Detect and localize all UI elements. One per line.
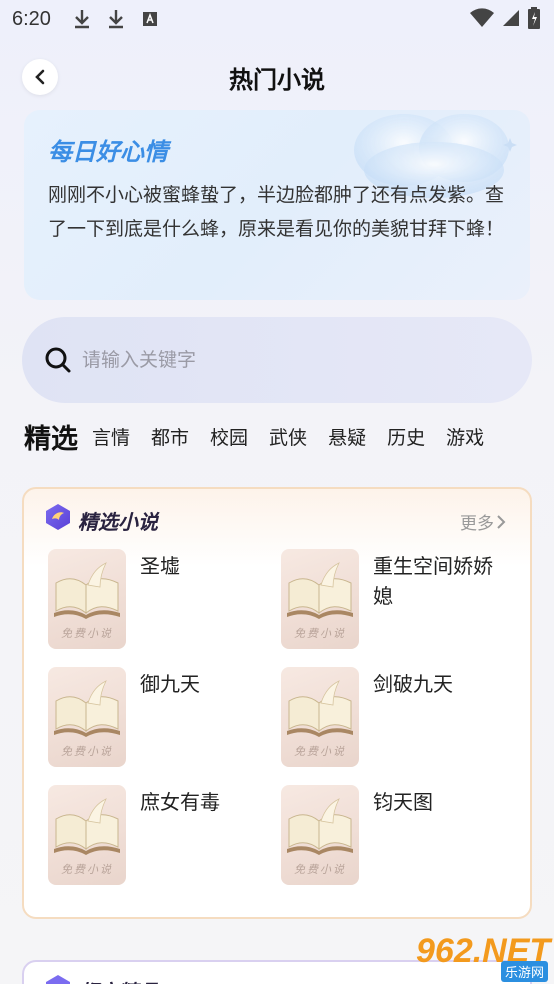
featured-badge-icon <box>46 504 70 530</box>
section-badge-icon <box>46 975 70 984</box>
more-link[interactable]: 更多 <box>460 509 506 534</box>
section-title: 都市精品 <box>78 976 158 984</box>
wifi-icon <box>470 8 494 33</box>
book-item[interactable]: 免费小说 钧天图 <box>281 785 501 889</box>
search-bar[interactable] <box>22 317 532 403</box>
featured-title: 精选小说 <box>78 510 158 534</box>
book-cover: 免费小说 <box>281 549 359 649</box>
cover-label: 免费小说 <box>61 745 113 758</box>
tab-campus[interactable]: 校园 <box>210 423 248 450</box>
book-cover: 免费小说 <box>48 549 126 649</box>
header: 热门小说 <box>0 52 554 102</box>
more-label: 更多 <box>460 514 494 534</box>
book-cover: 免费小说 <box>281 667 359 767</box>
book-cover: 免费小说 <box>48 667 126 767</box>
tab-history[interactable]: 历史 <box>387 423 425 450</box>
page-title: 热门小说 <box>229 66 325 94</box>
book-item[interactable]: 免费小说 剑破九天 <box>281 667 501 771</box>
book-title: 剑破九天 <box>373 672 453 696</box>
cover-label: 免费小说 <box>61 863 113 876</box>
search-input[interactable] <box>82 343 482 377</box>
cover-label: 免费小说 <box>294 745 346 758</box>
tab-urban[interactable]: 都市 <box>151 423 189 450</box>
app-notification-icon <box>139 8 161 30</box>
featured-novels-panel: 精选小说 更多 免费小说 圣墟 免费小说 重生空间娇娇媳 免费小说 御九天 免费… <box>22 487 532 919</box>
book-cover: 免费小说 <box>281 785 359 885</box>
daily-mood-card: 每日好心情 刚刚不小心被蜜蜂蛰了，半边脸都肿了还有点发紫。查了一下到底是什么蜂，… <box>24 110 530 300</box>
download-icon <box>105 8 127 30</box>
book-title: 重生空间娇娇媳 <box>373 554 493 608</box>
book-item[interactable]: 免费小说 御九天 <box>48 667 268 771</box>
cover-label: 免费小说 <box>61 627 113 640</box>
chevron-right-icon <box>497 514 506 529</box>
tab-martial-arts[interactable]: 武侠 <box>269 423 307 450</box>
cover-label: 免费小说 <box>294 863 346 876</box>
book-item[interactable]: 免费小说 庶女有毒 <box>48 785 268 889</box>
watermark-sub: 乐游网 <box>500 961 548 982</box>
book-title: 御九天 <box>140 672 200 696</box>
signal-icon <box>502 9 520 32</box>
search-icon <box>45 347 71 373</box>
book-title: 钧天图 <box>373 790 433 814</box>
status-time: 6:20 <box>12 7 51 30</box>
book-cover: 免费小说 <box>48 785 126 885</box>
battery-icon <box>528 7 540 34</box>
download-icon <box>71 8 93 30</box>
category-tabs: 精选 言情 都市 校园 武侠 悬疑 历史 游戏 <box>24 416 534 456</box>
book-item[interactable]: 免费小说 重生空间娇娇媳 <box>281 549 501 653</box>
book-item[interactable]: 免费小说 圣墟 <box>48 549 268 653</box>
site-watermark: 962.NET 乐游网 <box>412 932 550 984</box>
status-bar: 6:20 <box>0 0 554 38</box>
tab-game[interactable]: 游戏 <box>446 423 484 450</box>
tab-romance[interactable]: 言情 <box>92 423 130 450</box>
mood-title: 每日好心情 <box>48 138 168 166</box>
book-title: 庶女有毒 <box>140 790 220 814</box>
cover-label: 免费小说 <box>294 627 346 640</box>
mood-text: 刚刚不小心被蜜蜂蛰了，半边脸都肿了还有点发紫。查了一下到底是什么蜂，原来是看见你… <box>48 184 505 240</box>
tab-mystery[interactable]: 悬疑 <box>328 423 366 450</box>
tab-featured[interactable]: 精选 <box>24 417 78 456</box>
book-title: 圣墟 <box>140 554 180 578</box>
